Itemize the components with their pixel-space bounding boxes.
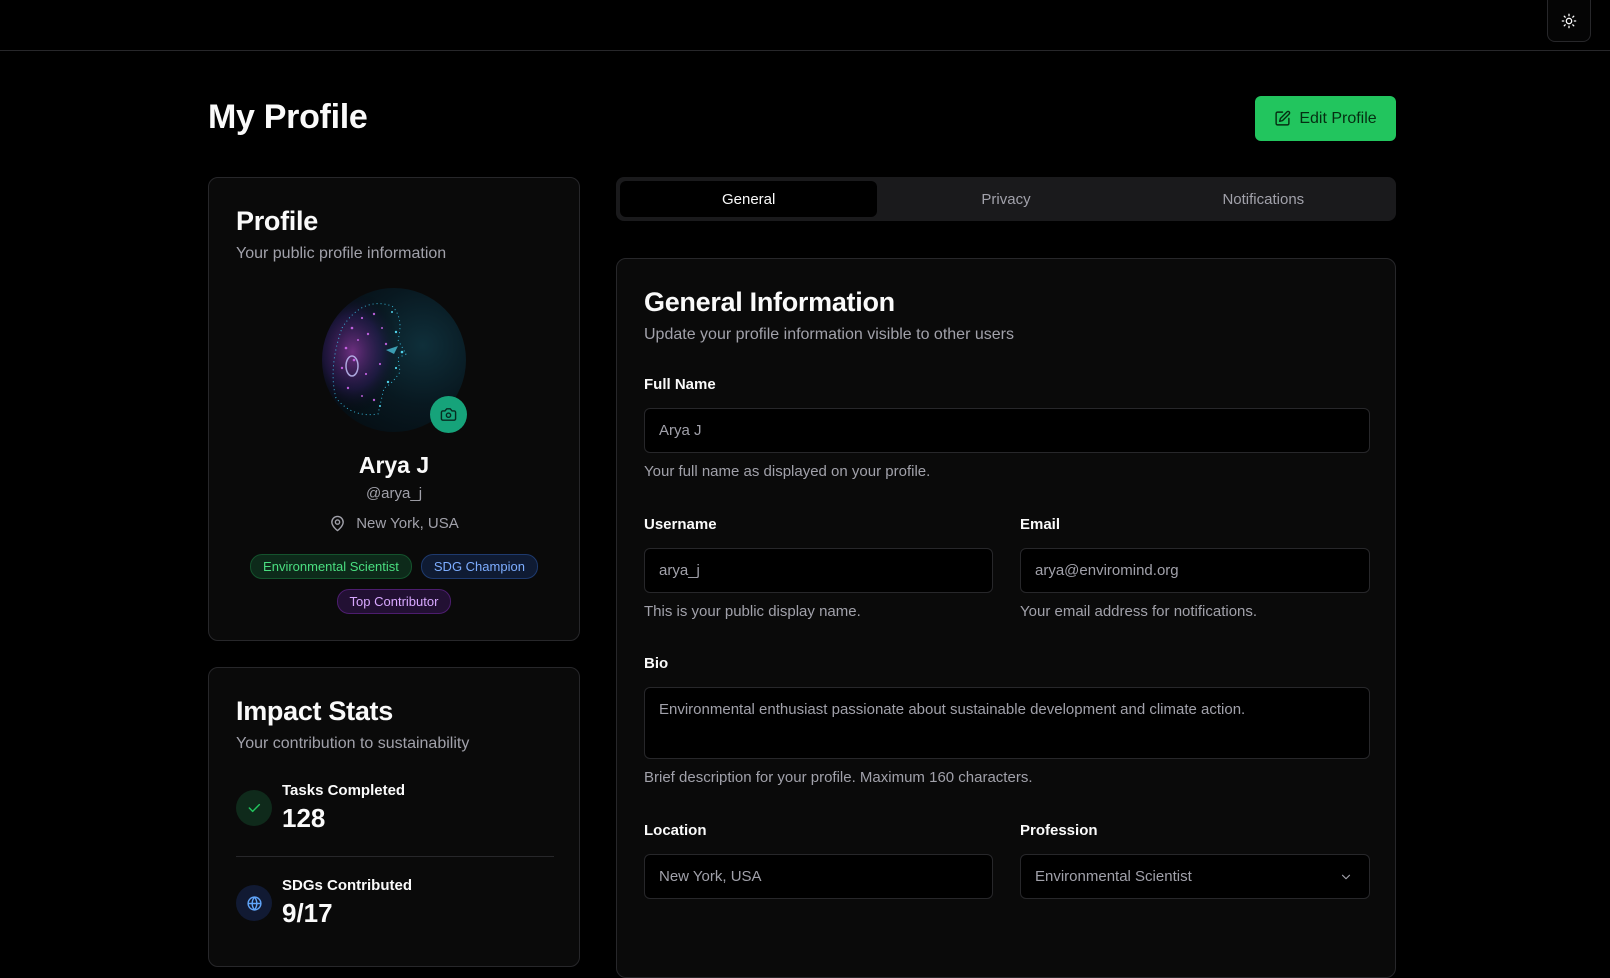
email-hint: Your email address for notifications.: [1020, 603, 1258, 620]
page-title: My Profile: [208, 98, 368, 136]
stat-value: 9/17: [282, 898, 333, 928]
top-bar: [0, 0, 1610, 51]
check-icon: [236, 790, 272, 826]
profile-card-title: Profile: [236, 206, 318, 236]
general-information-card: General Information Update your profile …: [616, 258, 1396, 978]
username-hint: This is your public display name.: [644, 603, 861, 620]
stat-label: SDGs Contributed: [282, 877, 412, 894]
profile-card-subtitle: Your public profile information: [236, 245, 447, 262]
profile-location: New York, USA: [209, 515, 579, 532]
chevron-down-icon: [1341, 874, 1351, 880]
impact-stats-card: Impact Stats Your contribution to sustai…: [208, 667, 580, 967]
bio-label: Bio: [644, 655, 669, 672]
stat-divider: [236, 856, 554, 857]
tab-privacy[interactable]: Privacy: [877, 181, 1134, 217]
map-pin-icon: [331, 515, 345, 532]
bio-textarea[interactable]: Environmental enthusiast passionate abou…: [644, 687, 1370, 759]
profile-handle: @arya_j: [365, 485, 423, 502]
theme-toggle-button[interactable]: [1547, 0, 1591, 42]
tab-general[interactable]: General: [620, 181, 878, 217]
location-label: Location: [644, 822, 707, 839]
stats-card-subtitle: Your contribution to sustainability: [236, 735, 470, 752]
full-name-input[interactable]: Arya J: [644, 408, 1370, 453]
badge-sdg-champion: SDG Champion: [420, 554, 538, 579]
general-card-title: General Information: [644, 287, 895, 317]
general-card-subtitle: Update your profile information visible …: [644, 326, 1014, 343]
globe-icon: [236, 885, 272, 921]
username-input[interactable]: arya_j: [644, 548, 993, 593]
badge-top-contributor: Top Contributor: [336, 589, 452, 614]
edit-profile-button[interactable]: Edit Profile: [1255, 96, 1396, 141]
username-label: Username: [644, 516, 717, 533]
full-name-label: Full Name: [644, 376, 716, 393]
profession-value: Environmental Scientist: [1035, 868, 1192, 885]
stats-card-title: Impact Stats: [236, 696, 393, 726]
profile-card: Profile Your public profile information: [208, 177, 580, 641]
stat-label: Tasks Completed: [282, 782, 406, 799]
profile-location-text: New York, USA: [356, 515, 459, 532]
profile-name: Arya J: [358, 452, 430, 478]
badge-environmental-scientist: Environmental Scientist: [250, 554, 412, 579]
settings-tabs: General Privacy Notifications: [616, 177, 1396, 221]
edit-icon: [1275, 110, 1291, 126]
location-input[interactable]: New York, USA: [644, 854, 993, 899]
bio-hint: Brief description for your profile. Maxi…: [644, 769, 1033, 786]
profession-label: Profession: [1020, 822, 1098, 839]
stat-tasks-completed: Tasks Completed 128: [236, 782, 554, 834]
edit-profile-label: Edit Profile: [1299, 109, 1377, 127]
profession-select[interactable]: Environmental Scientist: [1020, 854, 1370, 899]
profile-badges: Environmental Scientist SDG Champion Top…: [229, 554, 559, 614]
stat-value: 128: [282, 803, 326, 833]
change-avatar-button[interactable]: [430, 396, 467, 433]
camera-icon: [440, 408, 457, 421]
full-name-hint: Your full name as displayed on your prof…: [644, 463, 931, 480]
stat-sdgs-contributed: SDGs Contributed 9/17: [236, 877, 554, 929]
email-label: Email: [1020, 516, 1061, 533]
tab-notifications[interactable]: Notifications: [1135, 181, 1392, 217]
email-input[interactable]: arya@enviromind.org: [1020, 548, 1370, 593]
sun-icon: [1561, 13, 1577, 28]
